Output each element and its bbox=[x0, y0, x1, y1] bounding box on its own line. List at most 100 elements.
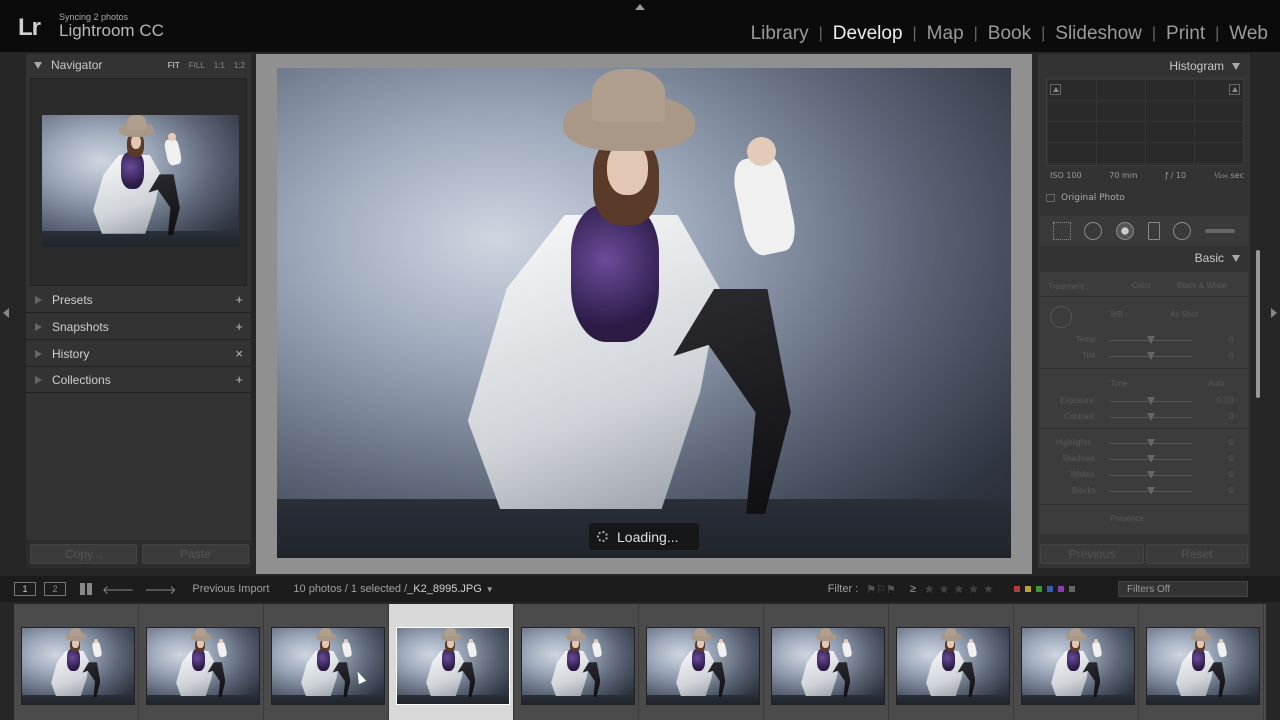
zoom-1-2[interactable]: 1:2 bbox=[234, 61, 245, 70]
graduated-filter-icon[interactable] bbox=[1147, 222, 1160, 240]
module-slideshow[interactable]: Slideshow bbox=[1053, 23, 1144, 45]
wb-select[interactable]: As Shot bbox=[1170, 310, 1198, 319]
filmstrip-thumbnail[interactable] bbox=[1021, 627, 1135, 705]
module-print[interactable]: Print bbox=[1164, 23, 1207, 45]
main-photo[interactable] bbox=[277, 68, 1011, 558]
grid-view-icon[interactable] bbox=[80, 583, 92, 595]
forward-arrow-icon[interactable]: 🡒 bbox=[144, 582, 176, 597]
filmstrip-cell[interactable] bbox=[1014, 604, 1139, 720]
history-section[interactable]: History × bbox=[26, 341, 251, 367]
flag-filter-icon[interactable]: ⚑⚐⚑ bbox=[866, 583, 896, 596]
filmstrip-thumbnail[interactable] bbox=[146, 627, 260, 705]
radial-filter-icon[interactable] bbox=[1173, 222, 1192, 240]
presets-section[interactable]: Presets + bbox=[26, 287, 251, 313]
blue-label-icon[interactable] bbox=[1046, 586, 1053, 592]
module-develop[interactable]: Develop bbox=[831, 23, 905, 45]
slider-knob[interactable] bbox=[1147, 487, 1155, 495]
collapse-right-arrow-icon[interactable] bbox=[1271, 308, 1277, 318]
filmstrip-cell[interactable] bbox=[764, 604, 889, 720]
previous-button[interactable]: Previous bbox=[1040, 544, 1144, 564]
add-preset-icon[interactable]: + bbox=[235, 292, 243, 307]
filmstrip-cell[interactable] bbox=[889, 604, 1014, 720]
filmstrip-cell[interactable] bbox=[389, 604, 514, 720]
green-label-icon[interactable] bbox=[1035, 586, 1042, 592]
blacks-slider[interactable] bbox=[1109, 487, 1192, 495]
add-snapshot-icon[interactable]: + bbox=[235, 319, 243, 334]
collapse-top-arrow-icon[interactable] bbox=[635, 4, 645, 10]
module-book[interactable]: Book bbox=[986, 23, 1033, 45]
tint-slider[interactable] bbox=[1109, 352, 1192, 360]
blacks-value[interactable]: 0 bbox=[1229, 486, 1234, 495]
filter-preset-select[interactable]: Filters Off bbox=[1118, 581, 1248, 597]
original-photo-toggle[interactable]: Original Photo bbox=[1046, 193, 1125, 203]
filmstrip-cell[interactable] bbox=[14, 604, 139, 720]
slider-knob[interactable] bbox=[1147, 397, 1155, 405]
filmstrip-thumbnail[interactable] bbox=[1146, 627, 1260, 705]
secondary-window-button[interactable]: 2 bbox=[44, 582, 66, 596]
selected-filename[interactable]: _K2_8995.JPG bbox=[407, 583, 482, 595]
reset-button[interactable]: Reset bbox=[1146, 544, 1248, 564]
slider-knob[interactable] bbox=[1147, 471, 1155, 479]
filmstrip-thumbnail[interactable] bbox=[21, 627, 135, 705]
slider-knob[interactable] bbox=[1147, 455, 1155, 463]
slider-knob[interactable] bbox=[1147, 336, 1155, 344]
shadow-clipping-icon[interactable] bbox=[1050, 84, 1061, 95]
rating-operator[interactable]: ≥ bbox=[910, 583, 916, 595]
other-label-icon[interactable] bbox=[1068, 586, 1075, 592]
yellow-label-icon[interactable] bbox=[1024, 586, 1031, 592]
histogram[interactable] bbox=[1046, 78, 1244, 166]
shadows-slider[interactable] bbox=[1109, 455, 1192, 463]
shadows-value[interactable]: 0 bbox=[1229, 454, 1234, 463]
original-photo-checkbox[interactable] bbox=[1046, 194, 1055, 202]
slider-knob[interactable] bbox=[1147, 439, 1155, 447]
filmstrip-thumbnail[interactable] bbox=[646, 627, 760, 705]
tint-value[interactable]: 0 bbox=[1229, 351, 1234, 360]
slider-knob[interactable] bbox=[1147, 413, 1155, 421]
auto-tone-button[interactable]: Auto bbox=[1208, 379, 1224, 388]
zoom-fill[interactable]: FILL bbox=[189, 61, 205, 70]
highlight-clipping-icon[interactable] bbox=[1229, 84, 1240, 95]
snapshots-section[interactable]: Snapshots + bbox=[26, 314, 251, 340]
filename-dropdown-icon[interactable]: ▼ bbox=[486, 585, 494, 594]
module-web[interactable]: Web bbox=[1227, 23, 1270, 45]
filmstrip-thumbnail[interactable] bbox=[271, 627, 385, 705]
contrast-slider[interactable] bbox=[1109, 413, 1192, 421]
zoom-1-1[interactable]: 1:1 bbox=[214, 61, 225, 70]
temp-slider[interactable] bbox=[1109, 336, 1192, 344]
collapse-left-arrow-icon[interactable] bbox=[3, 308, 9, 318]
highlights-slider[interactable] bbox=[1109, 439, 1192, 447]
filmstrip-thumbnail[interactable] bbox=[771, 627, 885, 705]
navigator-thumbnail[interactable] bbox=[42, 115, 239, 247]
add-collection-icon[interactable]: + bbox=[235, 372, 243, 387]
purple-label-icon[interactable] bbox=[1057, 586, 1064, 592]
crop-overlay-icon[interactable] bbox=[1052, 222, 1071, 240]
filmstrip-cell[interactable] bbox=[514, 604, 639, 720]
paste-button[interactable]: Paste bbox=[142, 544, 249, 564]
filmstrip-thumbnail[interactable] bbox=[896, 627, 1010, 705]
slider-knob[interactable] bbox=[1147, 352, 1155, 360]
adjustment-brush-icon[interactable] bbox=[1205, 229, 1236, 233]
right-panel-scrollbar[interactable] bbox=[1256, 250, 1260, 398]
navigator-header[interactable]: Navigator FIT FILL 1:1 1:2 bbox=[26, 54, 251, 76]
filmstrip-cell[interactable] bbox=[1139, 604, 1264, 720]
module-library[interactable]: Library bbox=[749, 23, 811, 45]
white-balance-picker-icon[interactable] bbox=[1050, 306, 1072, 328]
whites-slider[interactable] bbox=[1109, 471, 1192, 479]
copy-button[interactable]: Copy... bbox=[30, 544, 137, 564]
red-label-icon[interactable] bbox=[1013, 586, 1020, 592]
primary-window-button[interactable]: 1 bbox=[14, 582, 36, 596]
red-eye-icon[interactable] bbox=[1116, 222, 1135, 240]
module-map[interactable]: Map bbox=[925, 23, 966, 45]
treatment-color[interactable]: Color bbox=[1132, 281, 1151, 290]
collections-section[interactable]: Collections + bbox=[26, 367, 251, 393]
clear-history-icon[interactable]: × bbox=[235, 346, 243, 361]
whites-value[interactable]: 0 bbox=[1229, 470, 1234, 479]
temp-value[interactable]: 0 bbox=[1229, 335, 1234, 344]
exposure-slider[interactable] bbox=[1109, 397, 1192, 405]
contrast-value[interactable]: 0 bbox=[1229, 412, 1234, 421]
histogram-header[interactable]: Histogram bbox=[1169, 59, 1240, 73]
back-arrow-icon[interactable]: 🡐 bbox=[102, 582, 134, 597]
basic-header[interactable]: Basic bbox=[1195, 251, 1240, 265]
treatment-black-white[interactable]: Black & White bbox=[1177, 281, 1227, 290]
filmstrip-cell[interactable] bbox=[264, 604, 389, 720]
